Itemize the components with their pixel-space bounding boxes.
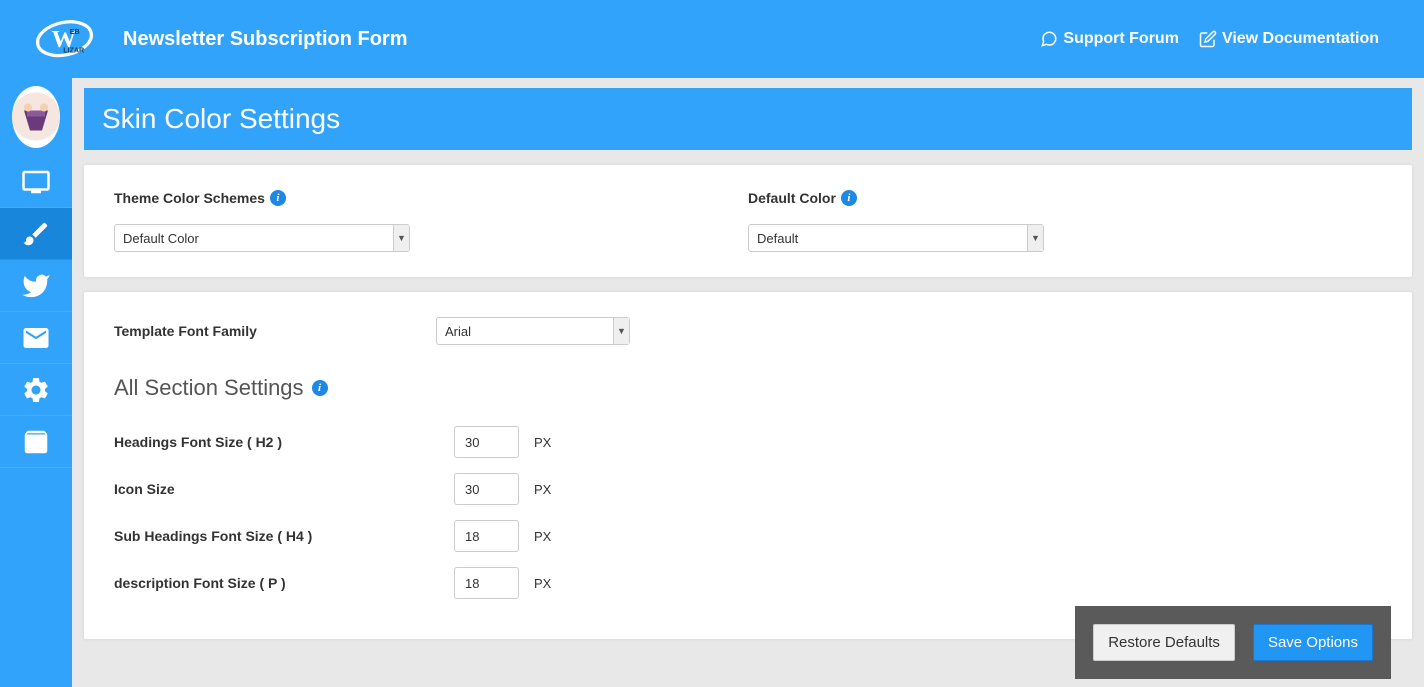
sidebar-item-social[interactable] bbox=[0, 260, 72, 312]
chevron-down-icon: ▼ bbox=[613, 318, 629, 344]
icon-size-label: Icon Size bbox=[114, 481, 454, 497]
h4-size-row: Sub Headings Font Size ( H4 ) PX bbox=[114, 520, 1382, 552]
restore-defaults-button[interactable]: Restore Defaults bbox=[1093, 624, 1235, 661]
template-font-row: Template Font Family Arial ▼ bbox=[114, 317, 1382, 345]
chevron-down-icon: ▼ bbox=[1027, 225, 1043, 251]
h4-size-label: Sub Headings Font Size ( H4 ) bbox=[114, 528, 454, 544]
p-size-input[interactable] bbox=[454, 567, 519, 599]
info-icon[interactable]: i bbox=[841, 190, 857, 206]
sidebar-item-archive[interactable] bbox=[0, 416, 72, 468]
avatar-icon bbox=[12, 86, 60, 147]
default-color-col: Default Color i Default ▼ bbox=[748, 190, 1382, 252]
info-icon[interactable]: i bbox=[312, 380, 328, 396]
p-size-row: description Font Size ( P ) PX bbox=[114, 567, 1382, 599]
theme-color-select[interactable]: Default Color ▼ bbox=[114, 224, 410, 252]
h2-size-row: Headings Font Size ( H2 ) PX bbox=[114, 426, 1382, 458]
px-label: PX bbox=[534, 529, 551, 544]
logo: W EB LIZAR bbox=[15, 14, 113, 64]
theme-color-label: Theme Color Schemes i bbox=[114, 190, 748, 206]
default-color-value: Default bbox=[757, 231, 798, 246]
archive-icon bbox=[21, 427, 51, 457]
template-font-value: Arial bbox=[445, 324, 471, 339]
chevron-down-icon: ▼ bbox=[393, 225, 409, 251]
all-section-heading-text: All Section Settings bbox=[114, 375, 304, 401]
footer-action-bar: Restore Defaults Save Options bbox=[1075, 606, 1391, 679]
edit-icon bbox=[1199, 30, 1217, 48]
all-section-heading: All Section Settings i bbox=[114, 375, 1382, 401]
header-bar: W EB LIZAR Newsletter Subscription Form … bbox=[0, 0, 1424, 78]
sidebar-item-email[interactable] bbox=[0, 312, 72, 364]
sidebar bbox=[0, 78, 72, 687]
gear-icon bbox=[21, 375, 51, 405]
monitor-icon bbox=[21, 167, 51, 197]
font-settings-panel: Template Font Family Arial ▼ All Section… bbox=[84, 292, 1412, 639]
comment-icon bbox=[1040, 30, 1058, 48]
brush-icon bbox=[21, 219, 51, 249]
color-settings-panel: Theme Color Schemes i Default Color ▼ De… bbox=[84, 165, 1412, 277]
icon-size-row: Icon Size PX bbox=[114, 473, 1382, 505]
twitter-icon bbox=[21, 271, 51, 301]
default-color-label: Default Color i bbox=[748, 190, 1382, 206]
color-settings-row: Theme Color Schemes i Default Color ▼ De… bbox=[114, 190, 1382, 252]
support-forum-label: Support Forum bbox=[1063, 30, 1179, 48]
template-font-select[interactable]: Arial ▼ bbox=[436, 317, 630, 345]
view-documentation-label: View Documentation bbox=[1222, 30, 1379, 48]
h2-size-input[interactable] bbox=[454, 426, 519, 458]
header-title: Newsletter Subscription Form bbox=[123, 28, 408, 51]
theme-color-value: Default Color bbox=[123, 231, 199, 246]
px-label: PX bbox=[534, 482, 551, 497]
content-area: Skin Color Settings Theme Color Schemes … bbox=[72, 78, 1424, 687]
h4-size-input[interactable] bbox=[454, 520, 519, 552]
default-color-select[interactable]: Default ▼ bbox=[748, 224, 1044, 252]
envelope-icon bbox=[21, 323, 51, 353]
svg-text:EB: EB bbox=[69, 28, 79, 36]
support-forum-link[interactable]: Support Forum bbox=[1040, 30, 1179, 48]
weblizar-logo-icon: W EB LIZAR bbox=[32, 14, 97, 64]
theme-color-col: Theme Color Schemes i Default Color ▼ bbox=[114, 190, 748, 252]
p-size-label: description Font Size ( P ) bbox=[114, 575, 454, 591]
px-label: PX bbox=[534, 435, 551, 450]
template-font-label: Template Font Family bbox=[114, 323, 436, 339]
icon-size-input[interactable] bbox=[454, 473, 519, 505]
info-icon[interactable]: i bbox=[270, 190, 286, 206]
theme-color-label-text: Theme Color Schemes bbox=[114, 190, 265, 206]
sidebar-item-display[interactable] bbox=[0, 156, 72, 208]
px-label: PX bbox=[534, 576, 551, 591]
view-documentation-link[interactable]: View Documentation bbox=[1199, 30, 1379, 48]
svg-text:LIZAR: LIZAR bbox=[63, 46, 84, 54]
header-links: Support Forum View Documentation bbox=[1040, 30, 1409, 48]
h2-size-label: Headings Font Size ( H2 ) bbox=[114, 434, 454, 450]
default-color-label-text: Default Color bbox=[748, 190, 836, 206]
page-title: Skin Color Settings bbox=[84, 88, 1412, 150]
save-options-button[interactable]: Save Options bbox=[1253, 624, 1373, 661]
sidebar-item-settings[interactable] bbox=[0, 364, 72, 416]
sidebar-avatar[interactable] bbox=[12, 86, 60, 148]
sidebar-item-skin[interactable] bbox=[0, 208, 72, 260]
main-container: Skin Color Settings Theme Color Schemes … bbox=[0, 78, 1424, 687]
